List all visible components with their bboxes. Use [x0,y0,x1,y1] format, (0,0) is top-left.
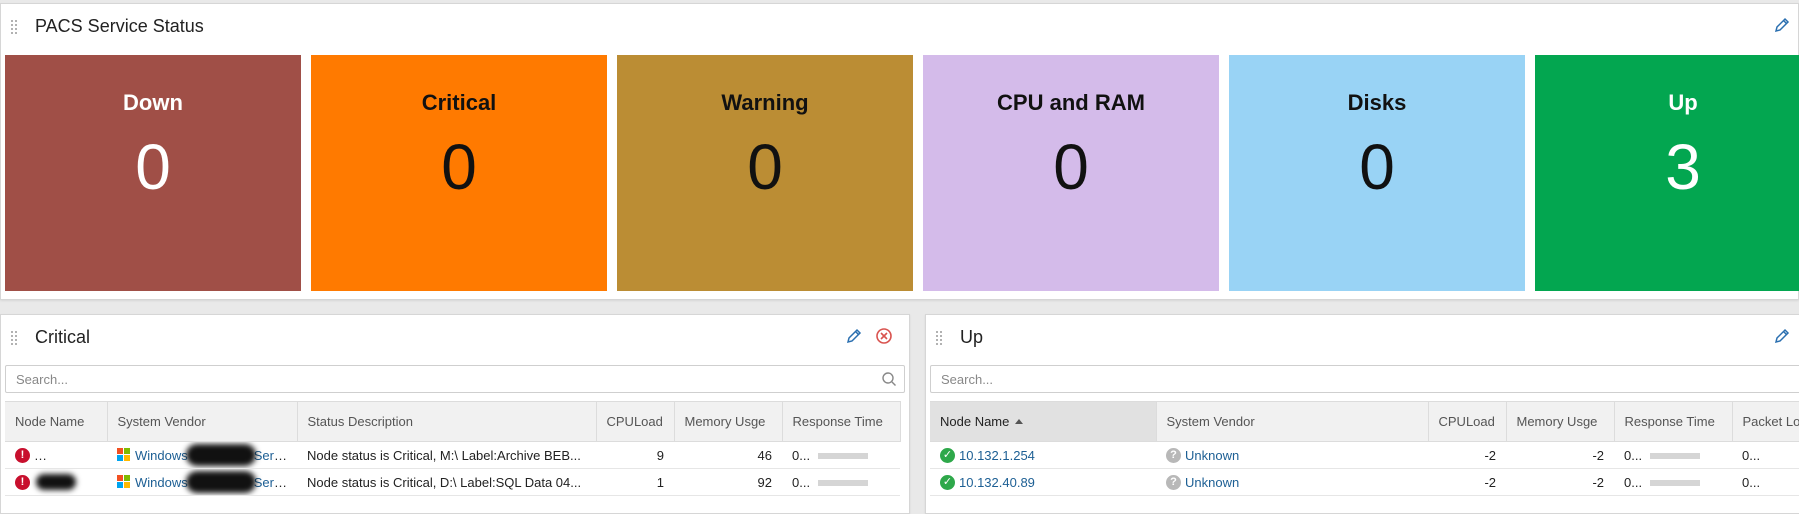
column-header-response-time[interactable]: Response Time [782,401,901,442]
node-name-cell[interactable]: ✓ 10.132.1.254 [930,441,1156,469]
question-icon: ? [1166,447,1181,463]
redacted-node-name [36,474,76,490]
response-time-cell: 0... [782,468,900,496]
close-circle-icon[interactable] [875,327,893,345]
response-time-bar [1650,479,1701,486]
tile-down[interactable]: Down 0 [5,55,301,291]
critical-exclamation-icon: ! [15,448,30,463]
tile-cpu-and-ram[interactable]: CPU and RAM 0 [923,55,1219,291]
tile-count: 0 [441,131,477,203]
widget-title: Up [960,327,984,347]
redacted-vendor-text [185,444,256,466]
packet-loss-cell: 0... [1732,441,1799,469]
column-header-node-name[interactable]: Node Name [930,401,1157,442]
column-header-system-vendor[interactable]: System Vendor [107,401,298,442]
drag-handle-icon[interactable] [11,20,19,34]
sort-ascending-icon [1015,419,1024,424]
pencil-icon[interactable] [845,327,863,345]
pacs-service-status-widget: PACS Service Status Down 0 Critical 0 Wa… [0,3,1799,300]
tile-count: 3 [1665,131,1701,203]
table-row[interactable]: ! Windows Server Node status is Critical,… [5,441,900,469]
table-row[interactable]: ✓ 10.132.1.254 ? Unknown -2 -2 0... 0... [930,441,1799,469]
system-vendor-cell[interactable]: Windows Server [107,441,297,469]
tile-disks[interactable]: Disks 0 [1229,55,1525,291]
cpuload-cell: -2 [1428,468,1506,496]
up-check-icon: ✓ [940,474,955,490]
tile-up[interactable]: Up 3 [1535,55,1799,291]
pencil-icon[interactable] [1773,327,1791,345]
windows-logo-icon [117,448,131,462]
tile-count: 0 [1053,131,1089,203]
windows-logo-icon [117,475,131,489]
column-header-cpuload[interactable]: CPULoad [596,401,675,442]
status-description-cell: Node status is Critical, M:\ Label:Archi… [297,441,596,469]
column-header-memory-usage[interactable]: Memory Usge [674,401,783,442]
column-header-packet-loss[interactable]: Packet Lo [1732,401,1799,442]
node-name-cell[interactable]: ! [5,468,107,496]
tile-label: Disks [1347,90,1407,115]
up-check-icon: ✓ [940,447,955,463]
tile-label: CPU and RAM [997,90,1145,115]
cpuload-cell: 9 [596,441,674,469]
tile-warning[interactable]: Warning 0 [617,55,913,291]
column-header-memory-usage[interactable]: Memory Usge [1506,401,1615,442]
response-time-cell: 0... [1614,468,1732,496]
tile-critical[interactable]: Critical 0 [311,55,607,291]
table-row[interactable]: ✓ 10.132.40.89 ? Unknown -2 -2 0... 0... [930,468,1799,496]
up-nodes-table: Node Name System Vendor CPULoad Memory U… [930,401,1799,496]
drag-handle-icon[interactable] [936,331,944,345]
column-header-node-name[interactable]: Node Name [5,401,108,442]
up-nodes-widget: Up Search... Node Name System Vendor CPU… [925,314,1799,514]
memory-usage-cell: -2 [1506,468,1614,496]
node-name-cell[interactable]: ! [5,441,107,469]
search-input[interactable]: Search... [5,365,905,393]
packet-loss-cell: 0... [1732,468,1799,496]
tile-count: 0 [747,131,783,203]
memory-usage-cell: -2 [1506,441,1614,469]
tile-count: 0 [1359,131,1395,203]
table-row[interactable]: ! Windows Server Node status is Critical,… [5,468,900,496]
table-header-row: Node Name System Vendor Status Descripti… [5,401,901,442]
response-time-cell: 0... [782,441,900,469]
memory-usage-cell: 46 [674,441,782,469]
column-header-system-vendor[interactable]: System Vendor [1156,401,1429,442]
cpuload-cell: -2 [1428,441,1506,469]
critical-nodes-table: Node Name System Vendor Status Descripti… [5,401,901,496]
tile-label: Up [1668,90,1698,115]
system-vendor-cell[interactable]: ? Unknown [1156,468,1428,496]
critical-exclamation-icon: ! [15,475,30,490]
redacted-vendor-text [185,471,256,493]
memory-usage-cell: 92 [674,468,782,496]
widget-title: Critical [35,327,91,347]
tile-label: Down [123,90,183,115]
drag-handle-icon[interactable] [11,331,19,345]
response-time-cell: 0... [1614,441,1732,469]
response-time-bar [818,479,869,486]
question-icon: ? [1166,474,1181,490]
tile-label: Critical [421,90,497,115]
column-header-cpuload[interactable]: CPULoad [1428,401,1507,442]
widget-title: PACS Service Status [35,16,204,36]
column-header-response-time[interactable]: Response Time [1614,401,1733,442]
critical-nodes-widget: Critical Search... Node Name System Vend… [0,314,910,514]
table-header-row: Node Name System Vendor CPULoad Memory U… [930,401,1799,442]
status-tiles: Down 0 Critical 0 Warning 0 CPU and RAM … [5,55,1799,291]
system-vendor-cell[interactable]: ? Unknown [1156,441,1428,469]
response-time-bar [818,452,869,459]
column-header-status-description[interactable]: Status Description [297,401,597,442]
pencil-icon[interactable] [1773,16,1791,34]
cpuload-cell: 1 [596,468,674,496]
search-input[interactable]: Search... [930,365,1799,393]
response-time-bar [1650,452,1701,459]
system-vendor-cell[interactable]: Windows Server [107,468,297,496]
tile-count: 0 [135,131,171,203]
tile-label: Warning [721,90,809,115]
search-icon[interactable] [881,371,897,387]
node-name-cell[interactable]: ✓ 10.132.40.89 [930,468,1156,496]
status-description-cell: Node status is Critical, D:\ Label:SQL D… [297,468,596,496]
